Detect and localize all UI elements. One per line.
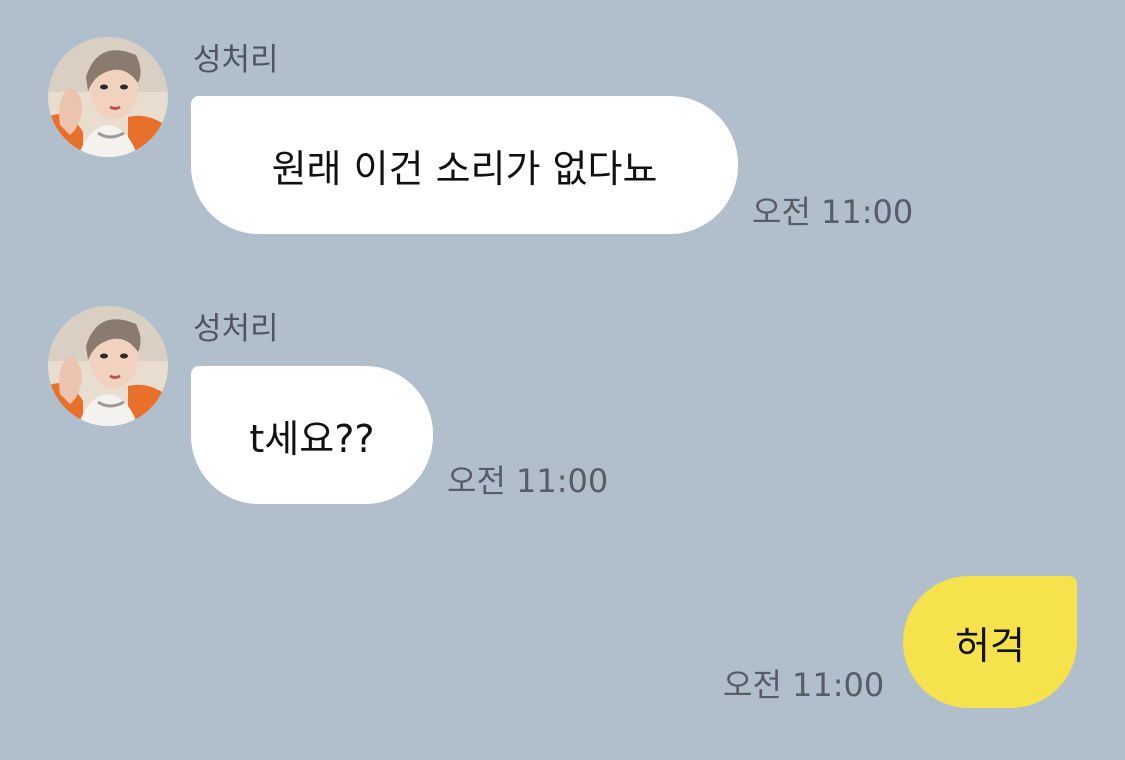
message-bubble[interactable]: t세요?? — [191, 366, 433, 504]
message-time: 오전 11:00 — [723, 666, 885, 704]
sender-name: 성처리 — [193, 311, 279, 347]
sender-avatar[interactable] — [48, 37, 168, 157]
message-time: 오전 11:00 — [447, 462, 609, 500]
sender-avatar[interactable] — [48, 306, 168, 426]
avatar-photo — [48, 306, 168, 426]
message-time: 오전 11:00 — [752, 193, 914, 231]
sender-name: 성처리 — [193, 42, 279, 78]
message-bubble[interactable]: 원래 이건 소리가 없다뇨 — [191, 96, 738, 234]
avatar-photo — [48, 37, 168, 157]
message-bubble[interactable]: 허걱 — [903, 576, 1077, 708]
